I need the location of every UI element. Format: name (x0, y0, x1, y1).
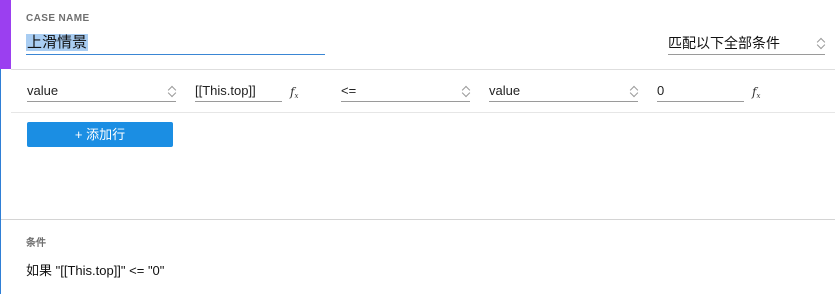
right-expression-input[interactable]: 0 (657, 80, 744, 102)
select-arrows-icon (816, 37, 826, 50)
right-expression-value: 0 (657, 83, 665, 98)
select-arrows-icon (167, 85, 177, 98)
divider (1, 219, 835, 220)
left-expression-input[interactable]: [[This.top]] (195, 80, 282, 102)
left-border-line (0, 69, 1, 294)
operator-value: <= (341, 83, 357, 98)
add-row-button[interactable]: + 添加行 (27, 122, 173, 147)
select-arrows-icon (629, 85, 639, 98)
condition-summary-label: 条件 (26, 238, 46, 249)
match-mode-value: 匹配以下全部条件 (668, 35, 780, 51)
left-value-type-select[interactable]: value (27, 80, 177, 102)
operator-select[interactable]: <= (341, 80, 471, 102)
case-name-input[interactable]: 上滑情景 (26, 32, 325, 55)
case-name-value: 上滑情景 (26, 34, 89, 51)
case-name-label: CASE NAME (26, 13, 90, 24)
condition-summary-text: 如果 "[[This.top]]" <= "0" (26, 263, 165, 278)
right-value-type-value: value (489, 83, 521, 98)
left-value-type-value: value (27, 83, 59, 98)
left-expression-value: [[This.top]] (195, 83, 256, 98)
right-value-type-select[interactable]: value (489, 80, 639, 102)
left-fx-icon[interactable]: fx (290, 85, 298, 100)
divider (11, 69, 835, 70)
right-fx-icon[interactable]: fx (752, 85, 760, 100)
case-accent-bar (0, 0, 11, 69)
divider (11, 112, 835, 113)
match-mode-select[interactable]: 匹配以下全部条件 (668, 32, 826, 55)
select-arrows-icon (461, 85, 471, 98)
